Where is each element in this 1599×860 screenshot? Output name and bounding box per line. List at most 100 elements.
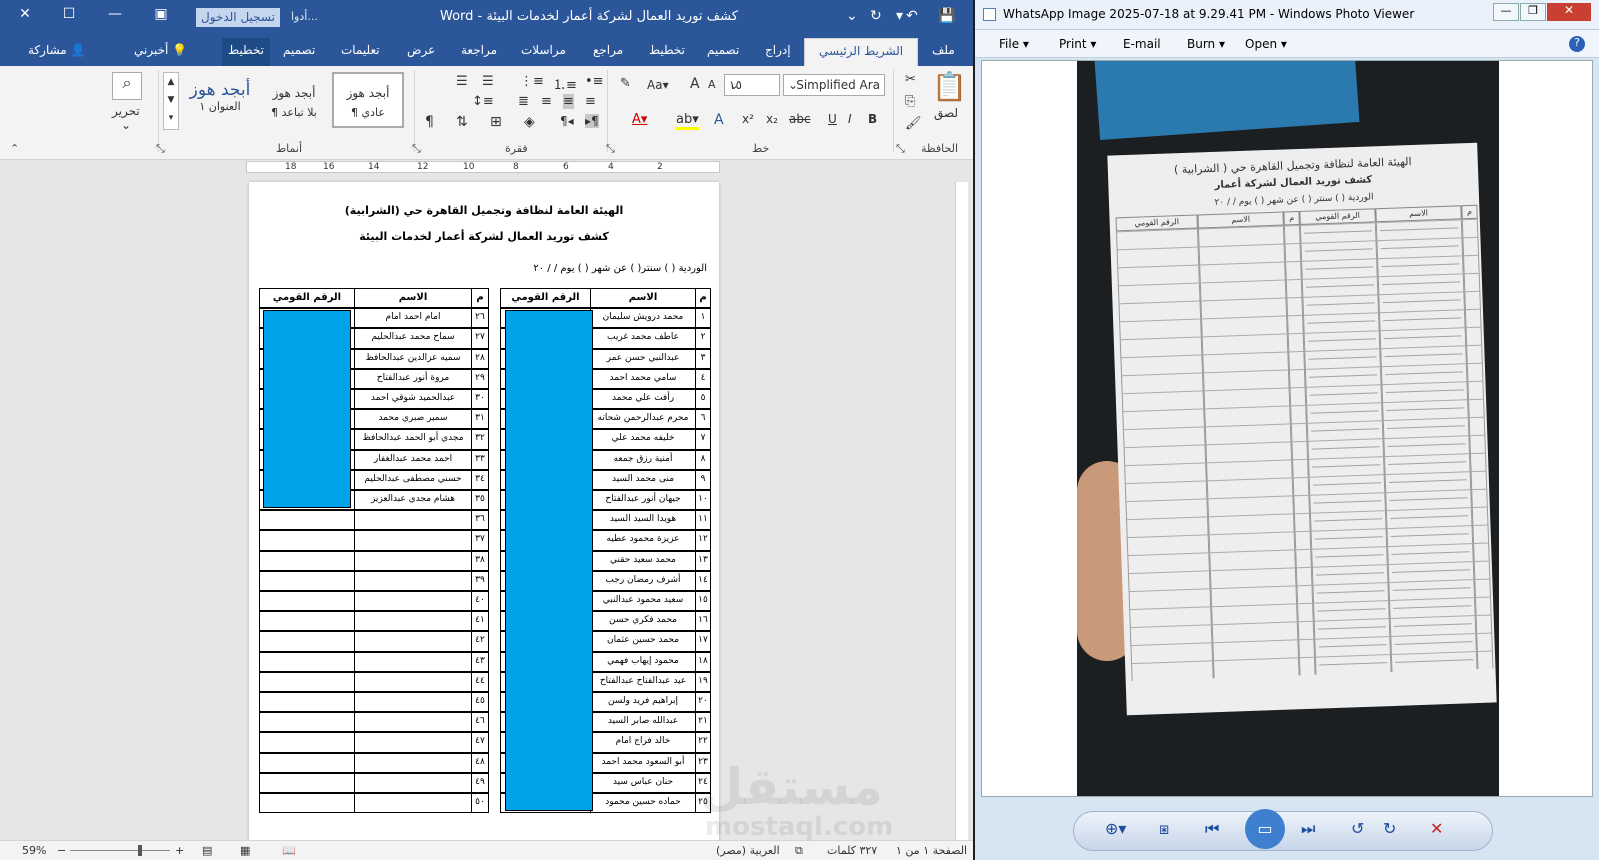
signin-button[interactable]: تسجيل الدخول [196,8,280,27]
row-number[interactable]: ٤٠ [471,591,489,612]
table-header-name[interactable]: الاسم [354,288,472,309]
paste-icon[interactable]: 📋 [932,70,967,103]
row-number[interactable]: ٣٠ [471,389,489,410]
row-number[interactable]: ٥٠ [471,793,489,814]
row-name[interactable]: محمد درويش سليمان [590,308,696,329]
row-number[interactable]: ٤ [695,368,711,389]
row-name[interactable]: محمد فكري حسن [590,611,696,632]
row-number[interactable]: ١١ [695,510,711,531]
row-name[interactable]: عاطف محمد غريب [590,328,696,349]
row-national-id[interactable] [259,712,355,733]
menu-print[interactable]: Print ▾ [1059,37,1096,51]
justify-icon[interactable]: ≣ [518,94,529,109]
row-number[interactable]: ٣٦ [471,510,489,531]
tab-design-table[interactable]: تصميم [283,43,315,57]
row-name[interactable]: حسني مصطفى عبدالحليم [354,469,472,490]
row-number[interactable]: ٥ [695,389,711,410]
row-number[interactable]: ١٠ [695,490,711,511]
clipboard-launcher-icon[interactable]: ⤡ [896,142,905,156]
row-name[interactable] [354,510,472,531]
row-name[interactable]: حنان عباس سيد [590,772,696,793]
row-number[interactable]: ٣٥ [471,490,489,511]
menu-file[interactable]: File ▾ [999,37,1029,51]
row-name[interactable] [354,591,472,612]
row-name[interactable]: محمود إيهاب فهمي [590,651,696,672]
row-name[interactable] [354,570,472,591]
menu-burn[interactable]: Burn ▾ [1187,37,1225,51]
row-number[interactable]: ٣٧ [471,530,489,551]
zoom-in-icon[interactable]: + [175,844,184,857]
row-name[interactable]: عبدالله صابر السيد [590,712,696,733]
row-number[interactable]: ١٨ [695,651,711,672]
row-name[interactable]: هويدا السيد السيد [590,510,696,531]
row-number[interactable]: ٧ [695,429,711,450]
row-name[interactable]: جيهان أنور عبدالفتاح [590,490,696,511]
tab-file[interactable]: ملف [932,43,955,57]
tab-help[interactable]: تعليمات [341,43,380,57]
row-name[interactable]: حماده حسين محمود [590,793,696,814]
row-name[interactable] [354,530,472,551]
row-name[interactable]: خليفه محمد علي [590,429,696,450]
row-number[interactable]: ٢٧ [471,328,489,349]
page-count[interactable]: الصفحة ١ من ١ [896,844,967,857]
search-icon[interactable]: ⌕ [112,72,142,100]
minimize-icon[interactable]: — [102,6,128,22]
copy-icon[interactable]: ⎘ [905,94,915,109]
zoom-level[interactable]: 59% [22,844,46,857]
row-number[interactable]: ١٢ [695,530,711,551]
row-name[interactable]: محمد حسين عثمان [590,631,696,652]
table-header-m[interactable]: م [695,288,711,309]
read-mode-icon[interactable]: 📖 [282,844,296,857]
row-name[interactable]: محرم عبدالرحمن شحاته [590,409,696,430]
row-name[interactable]: مجدي أبو الحمد عبدالحافظ [354,429,472,450]
row-name[interactable] [354,651,472,672]
help-icon[interactable]: ? [1569,36,1585,52]
close-icon[interactable]: ✕ [1547,3,1591,21]
indent-icon[interactable]: ☰ [456,74,468,89]
menu-email[interactable]: E-mail [1123,37,1161,51]
row-name[interactable]: محمد سعيد حقني [590,550,696,571]
row-number[interactable]: ١٩ [695,671,711,692]
row-number[interactable]: ٦ [695,409,711,430]
row-name[interactable]: عيد عبدالفتاح عبدالفتاح [590,671,696,692]
row-name[interactable]: احمد محمد عبدالغفار [354,449,472,470]
strikethrough-icon[interactable]: abc [789,112,811,126]
change-case-icon[interactable]: Aa▾ [647,78,669,92]
font-launcher-icon[interactable]: ⤡ [606,142,615,156]
underline-icon[interactable]: U [828,112,837,126]
row-name[interactable]: سامي محمد احمد [590,368,696,389]
row-number[interactable]: ٢ [695,328,711,349]
shading-icon[interactable]: ◈ [524,114,535,130]
zoom-slider[interactable] [70,850,170,851]
document-page[interactable]: الهيئة العامة لنظافة وتجميل القاهرة حي (… [249,182,719,842]
row-number[interactable]: ٢٢ [695,732,711,753]
customize-toolbar-icon[interactable]: ⌄ [846,8,858,24]
align-left-icon[interactable]: ≡ [541,94,552,109]
row-number[interactable]: ٩ [695,469,711,490]
line-spacing-icon[interactable]: ↕≡ [472,94,494,109]
row-number[interactable]: ٤٩ [471,772,489,793]
align-right-icon[interactable]: ≡ [585,94,596,109]
row-number[interactable]: ١٥ [695,591,711,612]
row-number[interactable]: ٣٤ [471,469,489,490]
row-number[interactable]: ٤٢ [471,631,489,652]
row-name[interactable] [354,732,472,753]
row-name[interactable]: مروة أنور عبدالفتاح [354,368,472,389]
font-size-select[interactable]: ١٥ ⌄ [724,74,780,96]
row-national-id[interactable] [259,591,355,612]
row-name[interactable]: منى محمد السيد [590,469,696,490]
previous-icon[interactable]: ⏮ [1205,819,1219,839]
row-name[interactable]: رأفت علي محمد [590,389,696,410]
row-name[interactable]: أمنية رزق جمعه [590,449,696,470]
row-name[interactable]: أشرف رمضان رجب [590,570,696,591]
bullet-list-icon[interactable]: •≡ [585,74,604,89]
row-name[interactable]: امام احمد امام [354,308,472,329]
zoom-out-icon[interactable]: − [57,844,66,857]
row-number[interactable]: ٣٢ [471,429,489,450]
align-center-icon[interactable]: ≡ [563,94,574,109]
sort-icon[interactable]: ⇅ [456,114,468,130]
row-number[interactable]: ٢٦ [471,308,489,329]
superscript-icon[interactable]: x² [742,112,754,126]
row-number[interactable]: ٤٤ [471,671,489,692]
actual-size-icon[interactable]: ⧆ [1159,819,1169,839]
